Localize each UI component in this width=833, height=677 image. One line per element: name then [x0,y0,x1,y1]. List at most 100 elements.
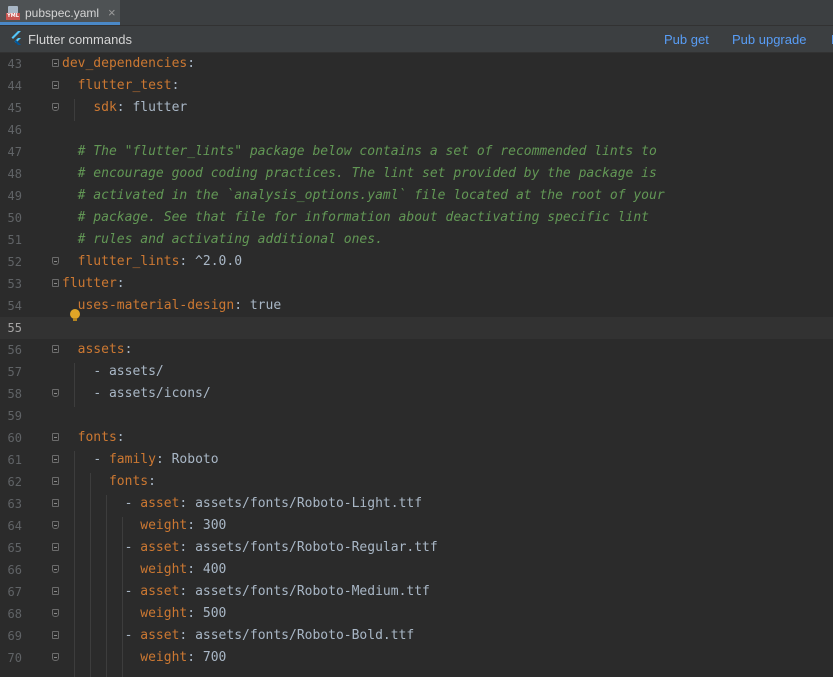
code-key: uses-material-design [77,298,235,313]
code-rest: : assets/fonts/Roboto-Bold.ttf [179,628,415,643]
code-line[interactable]: 68 weight: 500 [0,603,833,625]
code-line[interactable]: 60 fonts: [0,427,833,449]
code-line[interactable]: 51 # rules and activating additional one… [0,229,833,251]
code-line[interactable]: 43 dev_dependencies: [0,53,833,75]
code-line[interactable]: 58 - assets/icons/ [0,383,833,405]
fold-marker-icon[interactable] [52,477,59,485]
line-number: 68 [7,607,22,621]
fold-marker-icon[interactable] [52,543,59,551]
fold-marker-icon[interactable] [52,609,59,617]
code-line[interactable]: 47 # The "flutter_lints" package below c… [0,141,833,163]
line-number: 53 [7,277,22,291]
code-text: dev_dependencies: [62,53,195,75]
code-text: flutter_test: [62,75,180,97]
code-rest: : [124,342,133,357]
close-icon[interactable]: × [108,5,116,20]
code-text: weight: 700 [62,647,226,669]
fold-marker-icon[interactable] [52,257,59,265]
code-key: fonts [108,474,149,489]
code-line[interactable]: 61 - family: Roboto [0,449,833,471]
code-line[interactable]: 63 - asset: assets/fonts/Roboto-Light.tt… [0,493,833,515]
code-key: family [108,452,156,467]
code-text: uses-material-design: true [62,295,282,317]
pub-upgrade-link[interactable]: Pub upgrade [732,32,806,47]
line-number: 64 [7,519,22,533]
editor-tab-bar: YML pubspec.yaml × [0,0,833,26]
code-text: # encourage good coding practices. The l… [62,163,657,185]
code-text: # package. See that file for information… [62,207,649,229]
fold-marker-icon[interactable] [52,81,59,89]
fold-marker-icon[interactable] [52,499,59,507]
code-line[interactable]: 70 weight: 700 [0,647,833,669]
code-line[interactable]: 59 [0,405,833,427]
code-key: weight [140,650,188,665]
fold-marker-icon[interactable] [52,279,59,287]
code-text: weight: 500 [62,603,226,625]
code-line[interactable]: 50 # package. See that file for informat… [0,207,833,229]
line-number: 51 [7,233,22,247]
code-line[interactable]: 56 assets: [0,339,833,361]
flutter-commands-title: Flutter commands [28,32,133,47]
code-editor[interactable]: 43 dev_dependencies: 44 flutter_test: 45 sd… [0,53,833,677]
line-number: 56 [7,343,22,357]
code-line[interactable]: 52 flutter_lints: ^2.0.0 [0,251,833,273]
code-rest: : 400 [187,562,227,577]
code-comment: # package. See that file for information… [77,210,650,225]
code-text: - asset: assets/fonts/Roboto-Light.ttf [62,493,422,515]
code-comment: # The "flutter_lints" package below cont… [77,144,657,159]
code-key: asset [140,540,180,555]
code-line[interactable]: 44 flutter_test: [0,75,833,97]
code-line[interactable]: 46 [0,119,833,141]
code-line[interactable]: 55 [0,317,833,339]
code-rest: : assets/fonts/Roboto-Regular.ttf [179,540,438,555]
code-line[interactable]: 48 # encourage good coding practices. Th… [0,163,833,185]
fold-marker-icon[interactable] [52,587,59,595]
line-number: 59 [7,409,22,423]
fold-marker-icon[interactable] [52,631,59,639]
code-line[interactable]: 64 weight: 300 [0,515,833,537]
code-rest: : assets/fonts/Roboto-Light.ttf [179,496,423,511]
fold-marker-icon[interactable] [52,433,59,441]
fold-marker-icon[interactable] [52,653,59,661]
code-line[interactable]: 69 - asset: assets/fonts/Roboto-Bold.ttf [0,625,833,647]
code-rest: : Roboto [155,452,219,467]
code-key: weight [140,562,188,577]
code-line[interactable]: 57 - assets/ [0,361,833,383]
pub-get-link[interactable]: Pub get [664,32,709,47]
yaml-file-icon: YML [6,5,20,20]
fold-marker-icon[interactable] [52,521,59,529]
fold-marker-icon[interactable] [52,455,59,463]
code-line[interactable]: 62 fonts: [0,471,833,493]
code-text: # The "flutter_lints" package below cont… [62,141,657,163]
fold-marker-icon[interactable] [52,565,59,573]
intention-bulb-icon[interactable] [70,309,80,321]
code-text: fonts: [62,427,125,449]
code-key: assets [77,342,125,357]
fold-marker-icon[interactable] [52,389,59,397]
code-line[interactable]: 49 # activated in the `analysis_options.… [0,185,833,207]
fold-marker-icon[interactable] [52,345,59,353]
code-text: - assets/ [62,361,163,383]
code-line[interactable]: 67 - asset: assets/fonts/Roboto-Medium.t… [0,581,833,603]
code-rest: : true [234,298,282,313]
code-comment: # rules and activating additional ones. [77,232,383,247]
fold-marker-icon[interactable] [52,59,59,67]
code-pre: - [124,496,141,511]
code-key: asset [140,628,180,643]
line-number: 46 [7,123,22,137]
code-line[interactable]: 54 uses-material-design: true [0,295,833,317]
code-line[interactable]: 53 flutter: [0,273,833,295]
fold-marker-icon[interactable] [52,103,59,111]
tab-pubspec-yaml[interactable]: YML pubspec.yaml × [0,0,120,25]
code-line[interactable]: 66 weight: 400 [0,559,833,581]
code-line[interactable]: 45 sdk: flutter [0,97,833,119]
code-key: flutter_lints [77,254,180,269]
code-line[interactable]: 65 - asset: assets/fonts/Roboto-Regular.… [0,537,833,559]
